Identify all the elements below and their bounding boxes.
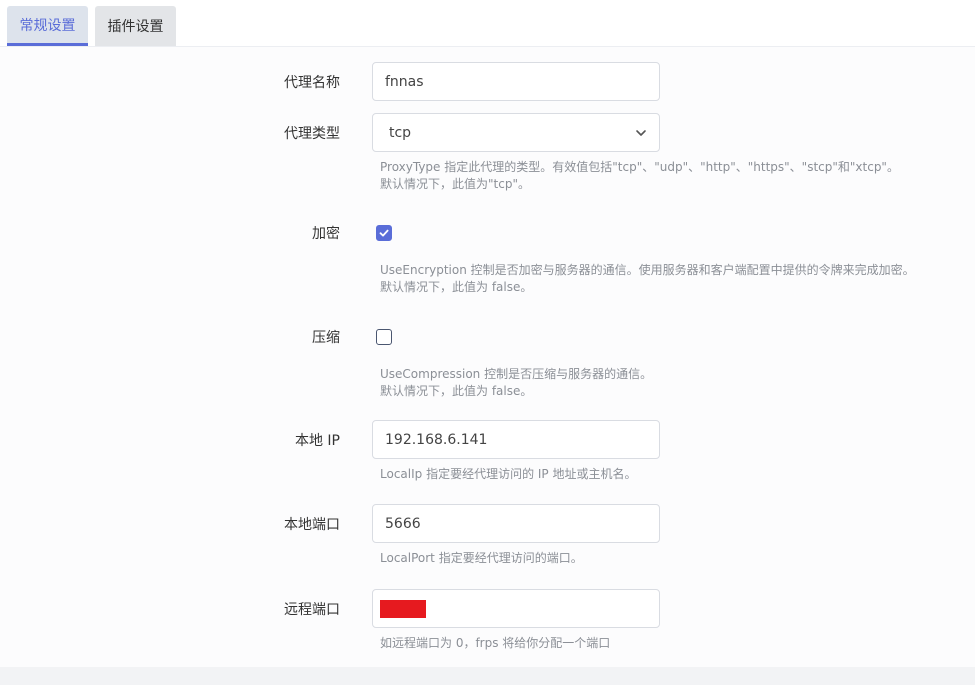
- redaction-mark: [380, 600, 426, 618]
- remote-port-hint: 如远程端口为 0，frps 将给你分配一个端口: [380, 636, 611, 650]
- proxy-type-value: tcp: [389, 124, 412, 141]
- local-ip-input[interactable]: 192.168.6.141: [372, 420, 660, 459]
- compression-checkbox[interactable]: [376, 329, 392, 345]
- tab-plugin-settings[interactable]: 插件设置: [95, 6, 176, 46]
- local-ip-value: 192.168.6.141: [385, 431, 488, 448]
- proxy-type-label: 代理类型: [284, 126, 340, 142]
- encryption-hint-line1: UseEncryption 控制是否加密与服务器的通信。使用服务器和客户端配置中…: [380, 263, 915, 277]
- proxy-type-hint-line2: 默认情况下，此值为"tcp"。: [380, 177, 530, 191]
- local-port-label: 本地端口: [284, 517, 340, 533]
- chevron-down-icon: [636, 129, 646, 136]
- proxy-name-input[interactable]: fnnas: [372, 62, 660, 101]
- compression-hint-line1: UseCompression 控制是否压缩与服务器的通信。: [380, 367, 653, 381]
- local-port-hint: LocalPort 指定要经代理访问的端口。: [380, 551, 583, 565]
- proxy-type-select[interactable]: tcp: [372, 113, 660, 152]
- compression-hint-line2: 默认情况下，此值为 false。: [380, 384, 533, 398]
- remote-port-label: 远程端口: [284, 602, 340, 618]
- encryption-hint-line2: 默认情况下，此值为 false。: [380, 280, 533, 294]
- tab-general-settings[interactable]: 常规设置: [7, 6, 88, 46]
- proxy-name-value: fnnas: [385, 73, 424, 90]
- panel-footer-band: [0, 667, 975, 685]
- proxy-type-hint-line1: ProxyType 指定此代理的类型。有效值包括"tcp"、"udp"、"htt…: [380, 160, 899, 174]
- local-port-input[interactable]: 5666: [372, 504, 660, 543]
- encryption-checkbox[interactable]: [376, 225, 392, 241]
- check-icon: [379, 229, 389, 237]
- local-ip-label: 本地 IP: [294, 433, 340, 449]
- local-ip-hint: LocalIp 指定要经代理访问的 IP 地址或主机名。: [380, 467, 637, 481]
- local-port-value: 5666: [385, 515, 421, 532]
- encryption-label: 加密: [312, 226, 340, 242]
- compression-label: 压缩: [312, 330, 340, 346]
- proxy-name-label: 代理名称: [284, 75, 340, 91]
